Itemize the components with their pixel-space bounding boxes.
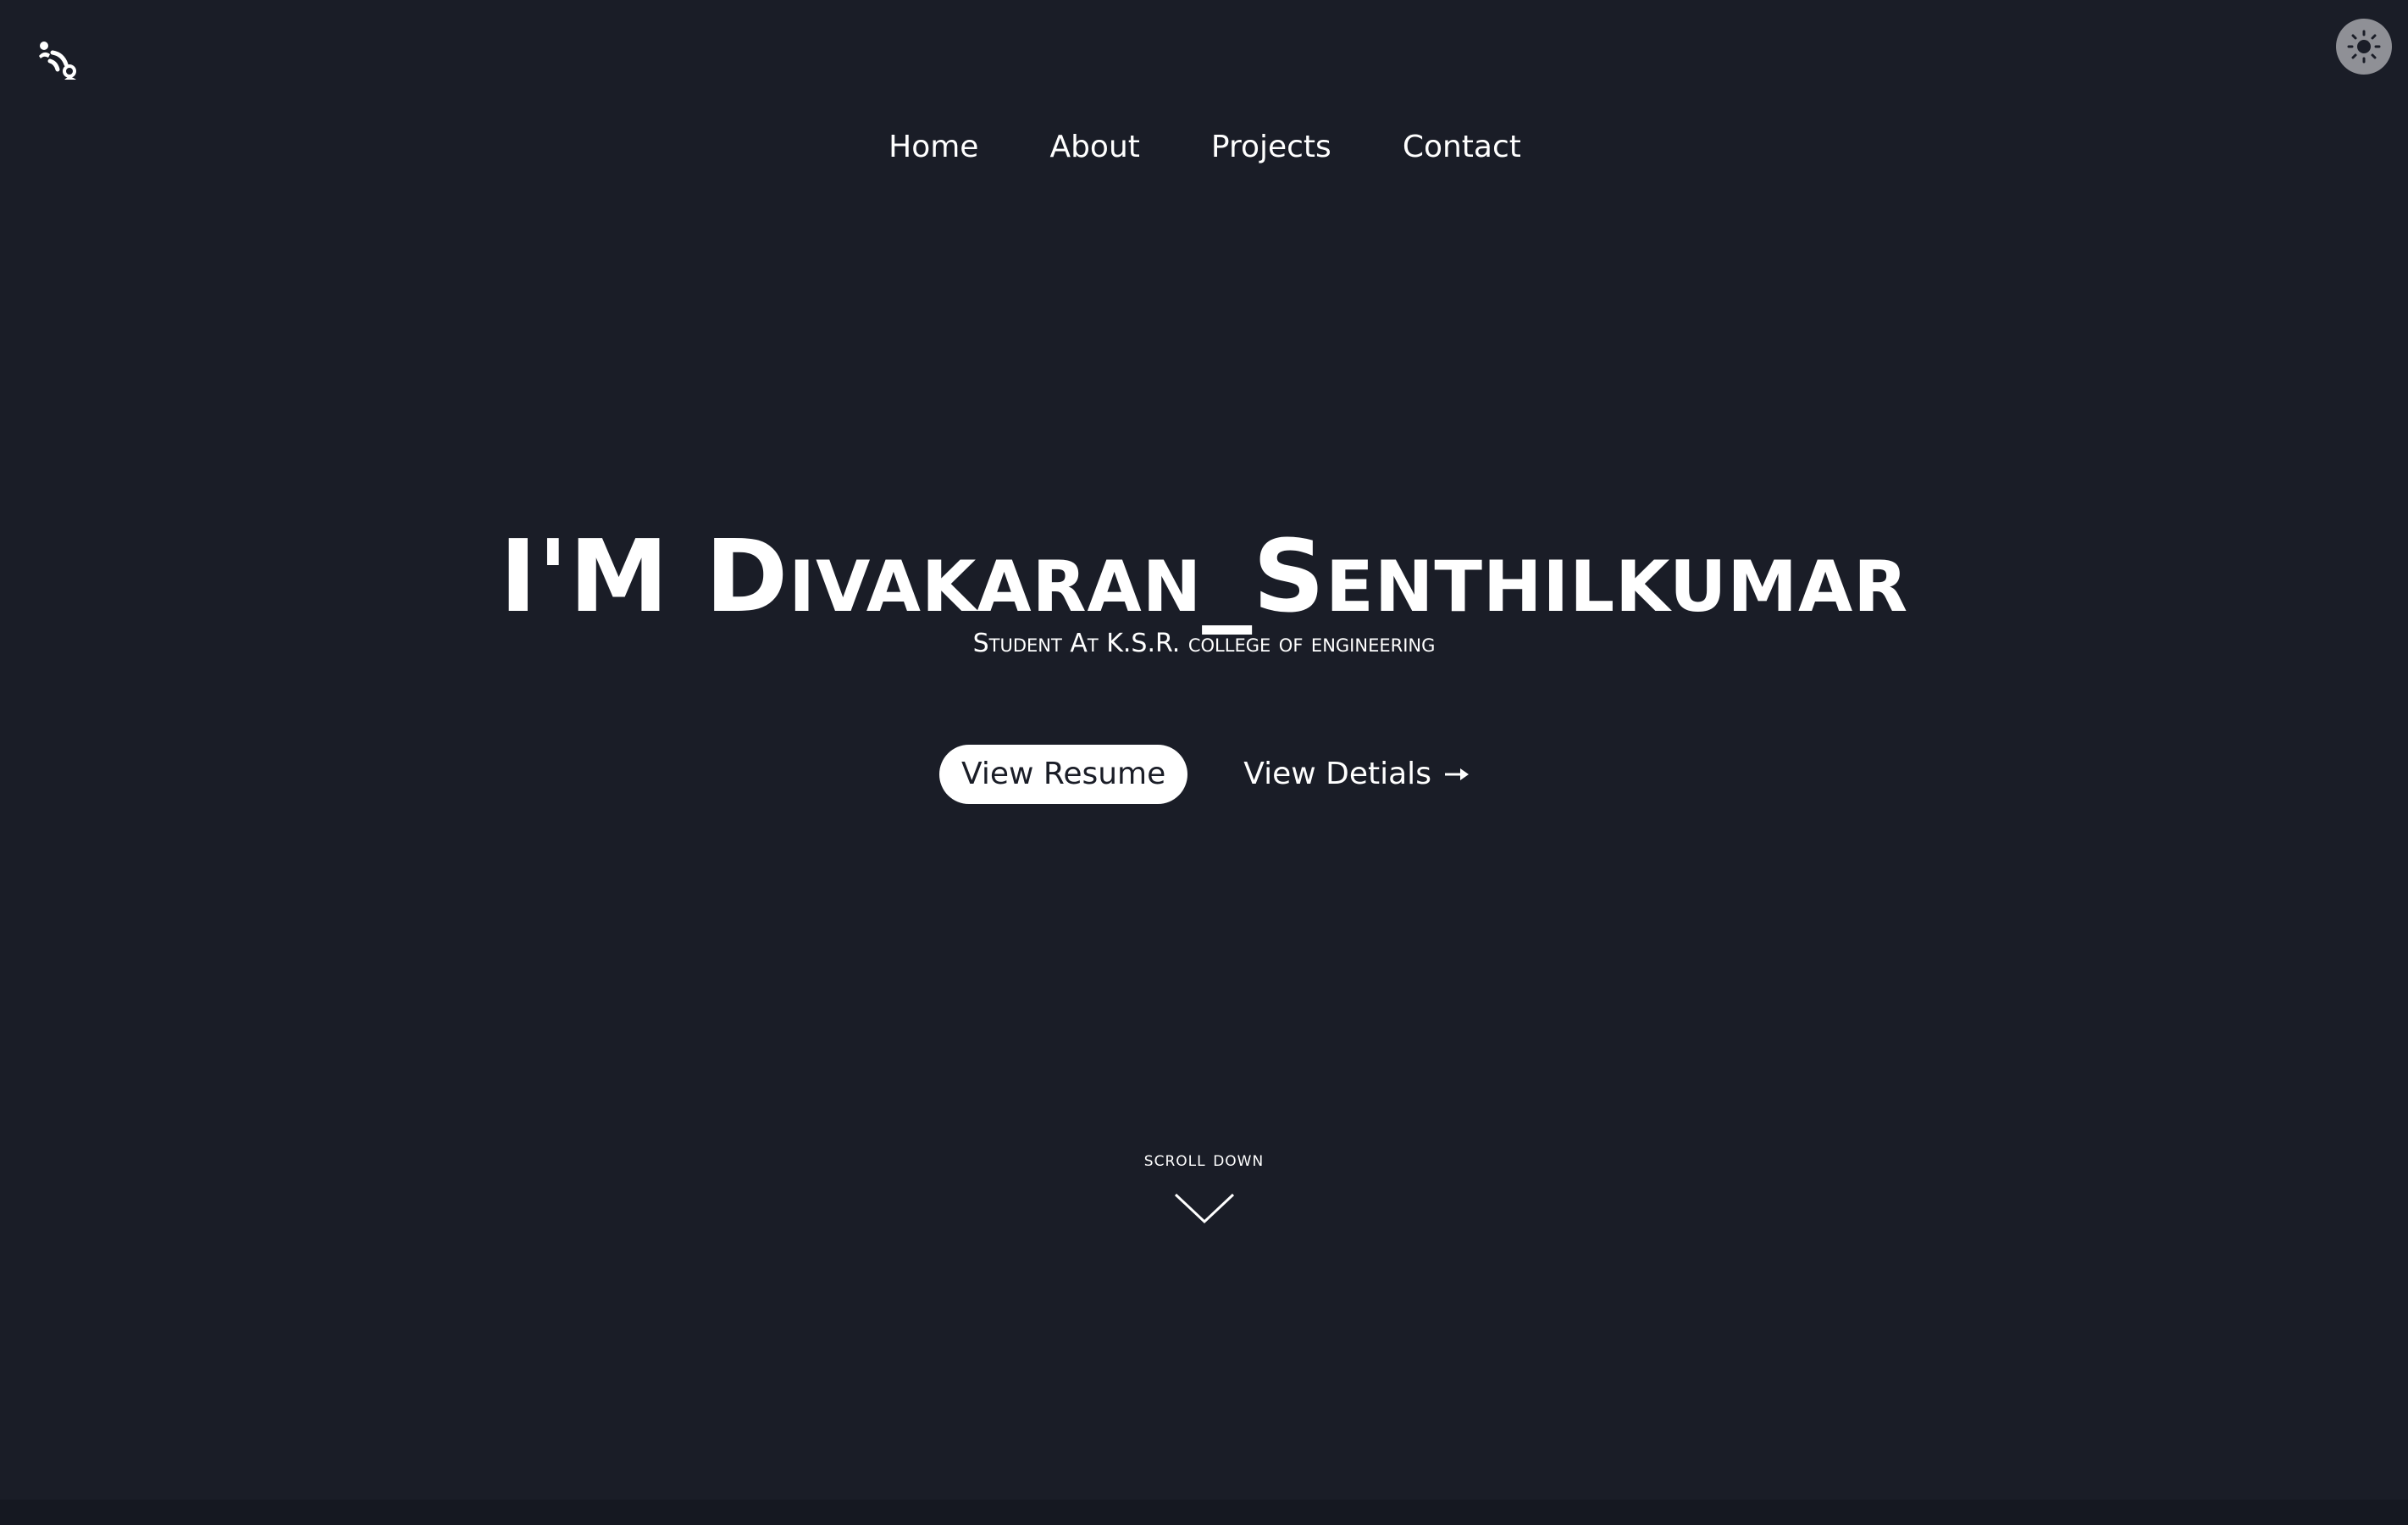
- view-details-button[interactable]: View Detials: [1243, 745, 1470, 804]
- theme-toggle-button[interactable]: [2336, 19, 2392, 75]
- scroll-down-label: scroll down: [1143, 1147, 1265, 1171]
- view-details-label: View Detials: [1243, 757, 1431, 791]
- hero-subtitle: Student At K.S.R. college of engineering: [972, 629, 1436, 658]
- user-wifi-logo-icon: [39, 42, 76, 80]
- chevron-down-icon: [1174, 1193, 1234, 1224]
- nav-item-contact[interactable]: Contact: [1403, 125, 1521, 169]
- nav-item-projects[interactable]: Projects: [1211, 125, 1331, 169]
- footer-strip: [0, 1500, 2408, 1525]
- site-logo[interactable]: [37, 39, 80, 81]
- arrow-right-icon: [1444, 768, 1469, 780]
- scroll-down[interactable]: scroll down: [0, 1144, 2408, 1225]
- nav-item-about[interactable]: About: [1049, 125, 1139, 169]
- view-resume-button[interactable]: View Resume: [939, 745, 1188, 804]
- page: Home About Projects Contact I'M Divakara…: [0, 0, 2408, 1525]
- hero-actions: View Resume View Detials: [0, 745, 2408, 804]
- hero-title: I'M Divakaran_Senthilkumar: [499, 518, 1909, 635]
- main-nav: Home About Projects Contact: [0, 125, 2408, 169]
- nav-item-home[interactable]: Home: [888, 125, 978, 169]
- sun-icon: [2347, 30, 2381, 64]
